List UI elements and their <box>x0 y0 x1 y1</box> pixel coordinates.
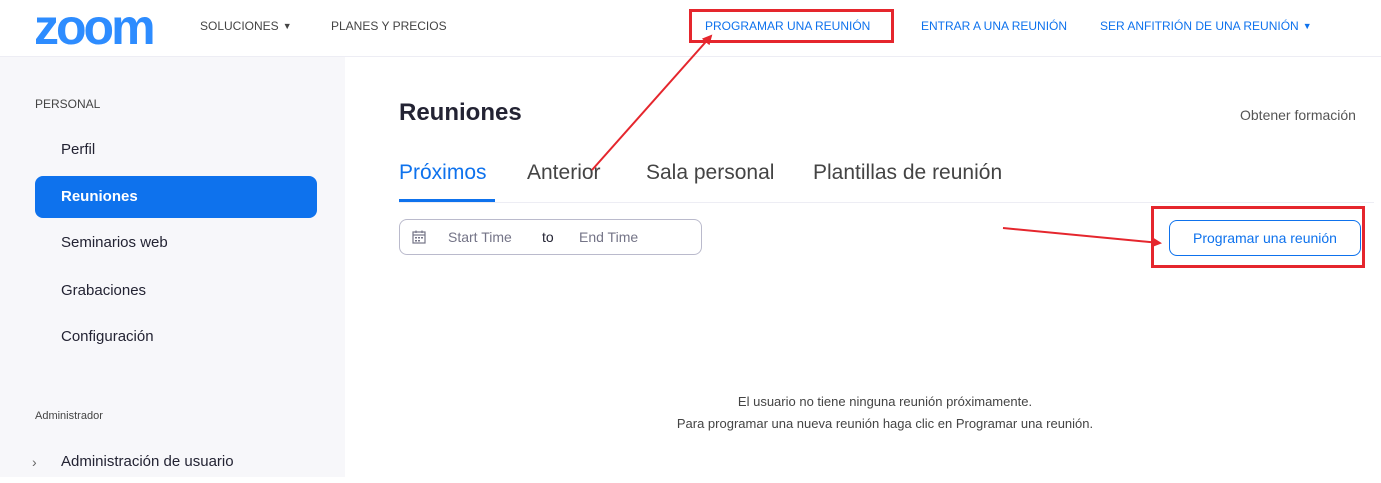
zoom-logo[interactable]: zoom <box>34 2 156 52</box>
empty-state-line-2: Para programar una nueva reunión haga cl… <box>676 416 1094 431</box>
sidebar-section-personal: PERSONAL <box>35 97 101 111</box>
nav-plans[interactable]: PLANES Y PRECIOS <box>331 19 447 33</box>
tab-personal-room[interactable]: Sala personal <box>646 161 774 185</box>
annotation-arrow-button <box>1002 227 1162 248</box>
calendar-icon <box>412 230 426 244</box>
annotation-box-top <box>689 9 894 43</box>
sidebar-section-admin: Administrador <box>35 410 103 422</box>
caret-down-icon: ▼ <box>1302 21 1312 31</box>
tab-upcoming[interactable]: Próximos <box>399 161 487 185</box>
empty-state-line-1: El usuario no tiene ninguna reunión próx… <box>737 394 1033 409</box>
end-time-field[interactable]: End Time <box>579 229 638 245</box>
nav-solutions-label: SOLUCIONES <box>200 19 279 33</box>
date-range-separator: to <box>542 229 554 245</box>
nav-host-label: SER ANFITRIÓN DE UNA REUNIÓN <box>1100 19 1299 33</box>
nav-join-meeting[interactable]: ENTRAR A UNA REUNIÓN <box>921 19 1067 33</box>
sidebar-item-settings[interactable]: Configuración <box>35 316 317 358</box>
sidebar-item-meetings[interactable]: Reuniones <box>35 176 317 218</box>
nav-solutions[interactable]: SOLUCIONES ▼ <box>200 19 292 33</box>
tab-previous[interactable]: Anterior <box>527 161 601 185</box>
tabs-divider <box>399 202 1374 203</box>
caret-down-icon: ▼ <box>282 21 292 31</box>
sidebar-item-user-management-label: Administración de usuario <box>61 453 234 470</box>
sidebar-item-recordings[interactable]: Grabaciones <box>35 270 317 312</box>
start-time-field[interactable]: Start Time <box>448 229 512 245</box>
nav-host-meeting[interactable]: SER ANFITRIÓN DE UNA REUNIÓN ▼ <box>1100 19 1312 33</box>
page-title: Reuniones <box>399 99 522 126</box>
sidebar-item-profile[interactable]: Perfil <box>35 129 317 171</box>
sidebar-item-webinars[interactable]: Seminarios web <box>35 222 317 264</box>
annotation-box-button <box>1151 206 1365 268</box>
training-link[interactable]: Obtener formación <box>1240 107 1381 123</box>
date-range-picker[interactable]: Start Time to End Time <box>399 219 702 255</box>
tab-meeting-templates[interactable]: Plantillas de reunión <box>813 161 1002 185</box>
